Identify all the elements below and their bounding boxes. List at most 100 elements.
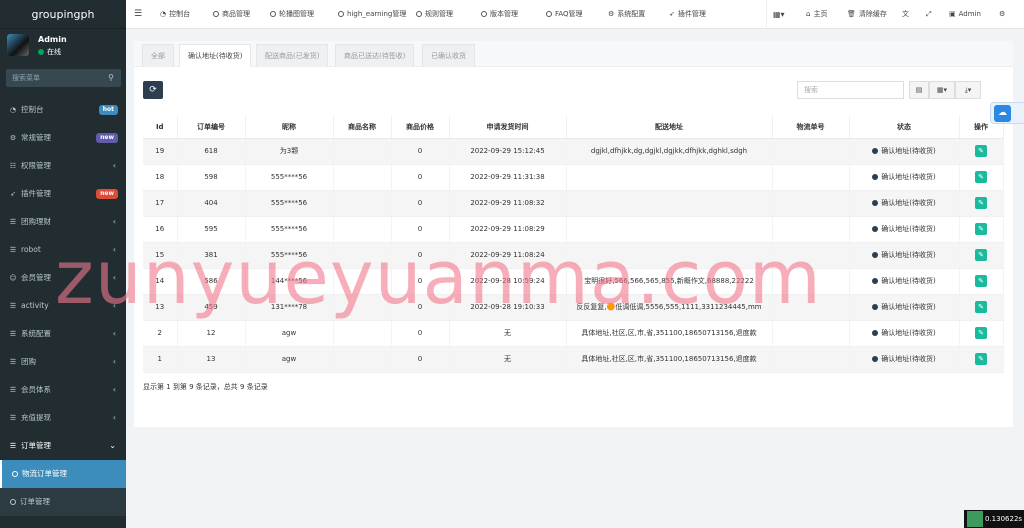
edit-pencil-icon[interactable]: ✎ <box>975 223 987 235</box>
table-cell: 144****56 <box>245 268 334 295</box>
tab-item[interactable]: 已确认收货 <box>422 44 475 67</box>
table-cell: 0 <box>391 164 450 191</box>
sidebar-item[interactable]: ☺ 会员管理 ‹ <box>0 264 126 292</box>
table-cell: 为3颗 <box>245 138 334 165</box>
table-cell <box>772 164 850 191</box>
edit-pencil-icon[interactable]: ✎ <box>975 249 987 261</box>
edit-pencil-icon[interactable]: ✎ <box>975 171 987 183</box>
table-row[interactable]: 15 381 555****56 0 2022-09-29 11:08:24 确认地址(待… <box>143 242 1004 269</box>
fullscreen-icon[interactable]: ⤢ <box>926 0 932 29</box>
sidebar-search-input[interactable] <box>6 69 96 87</box>
tab-item[interactable]: 全部 <box>142 44 174 67</box>
menu-toggle-icon[interactable]: ☰ <box>134 0 142 29</box>
table-row[interactable]: 19 618 为3颗 0 2022-09-29 15:12:45 dgjkl,dfhjkk… <box>143 138 1004 165</box>
nav-item[interactable]: 商品管理 <box>213 0 250 29</box>
table-cell <box>333 216 392 243</box>
table-cell: 0 <box>391 138 450 165</box>
sidebar-item[interactable]: ➶ 插件管理 new <box>0 180 126 208</box>
sidebar-item[interactable]: ☰ 系统配置 ‹ <box>0 320 126 348</box>
table-row[interactable]: 14 586 144****56 0 2022-09-28 10:59:24 宝明很好,5… <box>143 268 1004 295</box>
column-header[interactable]: 商品价格 <box>391 116 450 139</box>
column-header[interactable]: Id <box>143 116 178 139</box>
nav-item[interactable]: ➶ 插件管理 <box>669 0 706 29</box>
column-header[interactable]: 昵称 <box>245 116 334 139</box>
table-cell: 459 <box>177 294 246 321</box>
nav-item[interactable]: 规则管理 <box>416 0 453 29</box>
nav-item[interactable]: high_earning管理 <box>338 0 406 29</box>
column-header[interactable]: 订单编号 <box>177 116 246 139</box>
table-cell <box>772 268 850 295</box>
export-dropdown-button[interactable]: ⤓▾ <box>955 81 981 99</box>
columns-dropdown-button[interactable]: ▦▾ <box>929 81 955 99</box>
nav-item[interactable]: 轮播图管理 <box>270 0 314 29</box>
tab-item[interactable]: 确认地址(待收货) <box>179 44 252 67</box>
sidebar-item-label: activity <box>21 301 49 310</box>
orders-table: Id 订单编号 昵称 商品名称 商品价格 申请发货时间 配送地址 物流单号 状态 操作 19 618… <box>143 116 1004 373</box>
debug-bar[interactable]: 0.130622s <box>964 510 1024 528</box>
table-cell: 404 <box>177 190 246 217</box>
top-navbar: ☰ ◔ 控制台 商品管理 轮播图管理 high_earning管理 规则管理 版本管理 FAQ… <box>126 0 1024 29</box>
column-header[interactable]: 申请发货时间 <box>449 116 567 139</box>
translate-icon[interactable]: 文 <box>902 0 909 29</box>
sidebar-item[interactable]: ☰ 充值提现 ‹ <box>0 404 126 432</box>
clear-cache-button[interactable]: 🗑 清除缓存 <box>847 0 887 29</box>
column-header[interactable]: 配送地址 <box>566 116 773 139</box>
sidebar-item[interactable]: ☷ 权限管理 ‹ <box>0 152 126 180</box>
circle-icon <box>10 499 16 505</box>
table-cell: 12 <box>177 320 246 347</box>
home-link[interactable]: ⌂ 主页 <box>806 0 827 29</box>
table-search-input[interactable] <box>797 81 904 99</box>
sidebar-search: ⚲ <box>6 69 121 87</box>
sidebar-item[interactable]: ☰ activity ‹ <box>0 292 126 320</box>
refresh-button[interactable]: ⟳ <box>143 81 163 99</box>
table-row[interactable]: 2 12 agw 0 无具体地址,社区,区,市,省,351100,18650713156… <box>143 320 1004 347</box>
table-cell: 2022-09-28 19:10:33 <box>449 294 567 321</box>
column-header[interactable]: 商品名称 <box>333 116 392 139</box>
table-row[interactable]: 13 459 131****78 0 2022-09-28 19:10:33 反反复复,🟠… <box>143 294 1004 321</box>
status-dot-icon <box>872 226 879 232</box>
nav-item[interactable]: FAQ管理 <box>546 0 583 29</box>
table-row[interactable]: 16 595 555****56 0 2022-09-29 11:08:29 确认地址(待… <box>143 216 1004 243</box>
sidebar-item[interactable]: ☰ 订单管理 ⌄ <box>0 432 126 460</box>
sidebar-item[interactable]: ☰ robot ‹ <box>0 236 126 264</box>
tab-item[interactable]: 配送商品(已发货) <box>256 44 329 67</box>
nav-item[interactable]: ◔ 控制台 <box>160 0 190 29</box>
table-cell-actions: ✎ <box>959 294 1004 321</box>
sidebar-subitem[interactable]: 物流订单管理 <box>0 460 126 488</box>
tab-item[interactable]: 商品已送达(待签收) <box>335 44 415 67</box>
edit-pencil-icon[interactable]: ✎ <box>975 301 987 313</box>
sidebar-item[interactable]: ☰ 会员体系 ‹ <box>0 376 126 404</box>
edit-pencil-icon[interactable]: ✎ <box>975 353 987 365</box>
table-cell: 0 <box>391 294 450 321</box>
edit-pencil-icon[interactable]: ✎ <box>975 145 987 157</box>
status-dot-icon <box>872 174 879 180</box>
edit-pencil-icon[interactable]: ✎ <box>975 275 987 287</box>
edit-pencil-icon[interactable]: ✎ <box>975 197 987 209</box>
edit-pencil-icon[interactable]: ✎ <box>975 327 987 339</box>
table-cell: 2022-09-28 10:59:24 <box>449 268 567 295</box>
table-cell: 15 <box>143 242 178 269</box>
sidebar-item[interactable]: ☰ 团购 ‹ <box>0 348 126 376</box>
column-header[interactable]: 物流单号 <box>772 116 850 139</box>
sidebar-item[interactable]: ⚙ 常规管理 new <box>0 124 126 152</box>
brand-logo[interactable]: groupingph <box>0 0 126 29</box>
sidebar-subitem[interactable]: 订单管理 <box>0 488 126 516</box>
table-cell <box>333 294 392 321</box>
table-cell: 2 <box>143 320 178 347</box>
table-row[interactable]: 18 598 555****56 0 2022-09-29 11:31:38 确认地址(待… <box>143 164 1004 191</box>
toggle-view-button[interactable]: ▤ <box>909 81 929 99</box>
floating-help-button[interactable]: ☁ <box>990 102 1024 124</box>
table-row[interactable]: 1 13 agw 0 无具体地址,社区,区,市,省,351100,18650713156… <box>143 346 1004 373</box>
column-header[interactable]: 状态 <box>849 116 960 139</box>
table-row[interactable]: 17 404 555****56 0 2022-09-29 11:08:32 确认地址(待… <box>143 190 1004 217</box>
sidebar-item[interactable]: ◔ 控制台 hot <box>0 96 126 124</box>
sidebar-subitem-label: 物流订单管理 <box>22 469 67 478</box>
settings-gear-icon[interactable]: ⚙ <box>999 0 1005 29</box>
list-icon: ☰ <box>9 218 17 226</box>
nav-item[interactable]: ⚙ 系统配置 <box>608 0 645 29</box>
admin-user-menu[interactable]: ▣ Admin <box>949 0 981 29</box>
nav-item[interactable]: 版本管理 <box>481 0 518 29</box>
search-icon[interactable]: ⚲ <box>108 73 114 82</box>
sidebar-item[interactable]: ☰ 团购理财 ‹ <box>0 208 126 236</box>
grid-dropdown-icon[interactable]: ▦▾ <box>773 0 785 29</box>
